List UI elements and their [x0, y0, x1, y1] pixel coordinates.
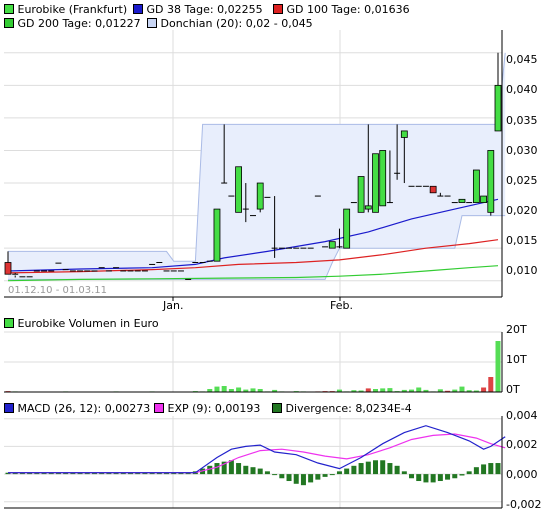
- y-tick-label: 0,000: [506, 468, 538, 481]
- divergence-bar: [344, 468, 350, 475]
- legend-label: Divergence: 8,0234E-4: [285, 402, 412, 415]
- divergence-bar: [466, 471, 472, 475]
- divergence-bar: [257, 468, 263, 475]
- x-tick-label-feb: Feb.: [330, 299, 353, 312]
- volume-bars: [5, 341, 501, 392]
- volume-legend: Eurobike Volumen in Euro: [4, 317, 159, 330]
- exp-line: [8, 433, 506, 474]
- divergence-bar: [315, 474, 321, 480]
- divergence-bar: [329, 474, 335, 476]
- volume-bar: [221, 386, 227, 392]
- volume-bar: [380, 388, 386, 392]
- legend-macd: MACD (26, 12): 0,00273: [4, 402, 150, 415]
- divergence-bar: [250, 467, 256, 475]
- volume-bar: [365, 388, 371, 392]
- y-tick-label: -0,002: [506, 498, 542, 511]
- macd-grid: [4, 416, 502, 508]
- y-tick-label: 0,004: [506, 409, 538, 422]
- line-swatch-icon: [4, 403, 14, 413]
- candle-body: [494, 84, 502, 132]
- donchian-area: [8, 52, 506, 280]
- legend-label: MACD (26, 12): 0,00273: [17, 402, 151, 415]
- divergence-bar: [423, 474, 429, 483]
- candle-body: [213, 208, 221, 262]
- legend-label: Eurobike Volumen in Euro: [17, 317, 159, 330]
- divergence-bar: [459, 474, 465, 476]
- legend-divergence: Divergence: 8,0234E-4: [272, 402, 412, 415]
- macd-lines: [8, 425, 506, 474]
- volume-grid: [4, 331, 502, 392]
- divergence-bar: [481, 464, 487, 475]
- divergence-bar: [416, 474, 422, 482]
- candle-body: [372, 153, 379, 213]
- divergence-bar: [336, 471, 342, 475]
- divergence-bar: [214, 463, 220, 475]
- divergence-bar: [401, 471, 407, 475]
- candle-body: [472, 169, 480, 203]
- divergence-bar: [373, 460, 378, 475]
- divergence-bar: [365, 461, 371, 475]
- volume-bar: [387, 388, 393, 392]
- divergence-bar: [394, 465, 400, 475]
- macd-frame: [4, 416, 503, 509]
- line-swatch-icon: [154, 403, 164, 413]
- candle-body: [343, 208, 351, 249]
- volume-bar: [214, 386, 220, 392]
- donchian-band: [8, 52, 506, 280]
- bar-swatch-icon: [4, 318, 14, 328]
- divergence-bar: [473, 467, 479, 475]
- date-range-label: 01.12.10 - 01.03.11: [8, 285, 108, 296]
- candle-body: [328, 241, 336, 249]
- candle-body: [429, 185, 437, 194]
- divergence-bar: [264, 471, 270, 475]
- divergence-bar: [293, 474, 299, 484]
- divergence-bar: [495, 463, 501, 475]
- y-tick-label: 0,002: [506, 438, 538, 451]
- macd-line: [8, 425, 506, 474]
- bar-swatch-icon: [272, 403, 282, 413]
- divergence-bar: [243, 465, 249, 475]
- volume-bar: [495, 341, 501, 392]
- divergence-bar: [228, 460, 234, 475]
- divergence-bar: [488, 463, 494, 475]
- divergence-bar: [387, 463, 393, 475]
- candle-body: [400, 130, 408, 138]
- candle-body: [480, 195, 487, 203]
- divergence-bar: [300, 474, 306, 486]
- candle-body: [235, 166, 242, 213]
- divergence-bar: [279, 474, 285, 479]
- volume-bar: [236, 387, 242, 392]
- divergence-bar: [437, 474, 443, 482]
- volume-bar: [481, 387, 487, 392]
- candle-body: [458, 198, 466, 203]
- candle-body: [379, 150, 387, 207]
- candle-body: [256, 182, 264, 210]
- volume-bar: [250, 388, 256, 392]
- candle-body: [364, 205, 372, 210]
- macd-legend: MACD (26, 12): 0,00273 EXP (9): 0,00193 …: [0, 400, 545, 416]
- divergence-bar: [351, 465, 357, 475]
- divergence-bar: [409, 474, 415, 479]
- divergence-bar: [452, 474, 458, 479]
- divergence-bar: [358, 463, 364, 475]
- price-chart: [4, 30, 506, 509]
- macd-y-ticks: 0,004 0,002 0,000 -0,002: [506, 0, 545, 515]
- legend-exp: EXP (9): 0,00193: [154, 402, 260, 415]
- volume-bar: [416, 387, 422, 392]
- divergence-bar: [286, 474, 292, 482]
- divergence-bar: [430, 474, 436, 483]
- divergence-bar: [380, 460, 386, 475]
- volume-bar: [488, 377, 494, 392]
- divergence-bar: [308, 474, 314, 483]
- divergence-bar: [445, 474, 451, 480]
- divergence-bar: [272, 474, 278, 476]
- candle-body: [4, 262, 12, 275]
- x-tick-label-jan: Jan.: [163, 299, 184, 312]
- candle-body: [487, 150, 495, 213]
- divergence-bar: [322, 474, 328, 477]
- candle-body: [357, 176, 365, 213]
- legend-label: EXP (9): 0,00193: [167, 402, 261, 415]
- volume-bar: [459, 386, 465, 392]
- divergence-bar: [236, 463, 242, 475]
